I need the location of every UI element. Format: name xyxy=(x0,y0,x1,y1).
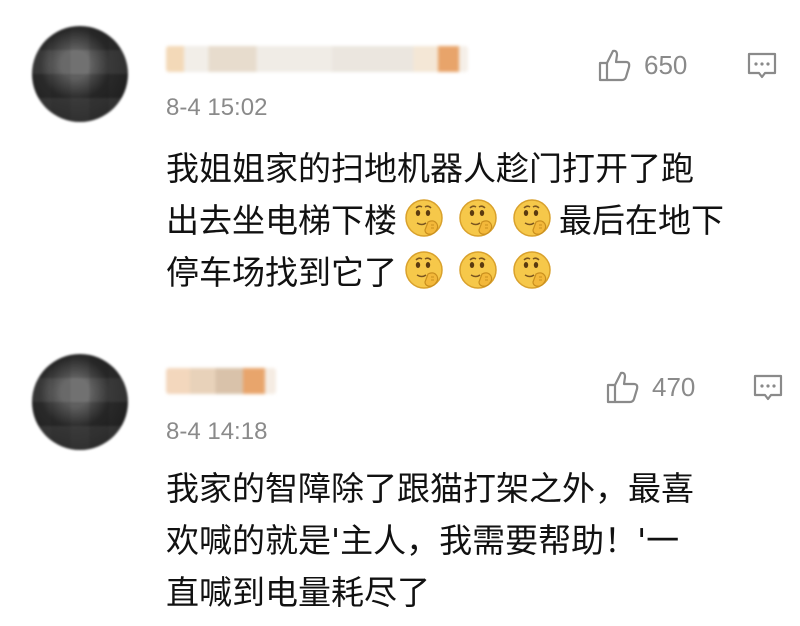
like-button[interactable]: 470 xyxy=(604,368,695,406)
thinking-face-emoji-icon xyxy=(459,251,497,289)
comment-text-line: 停车场找到它了 xyxy=(166,246,559,294)
thinking-face-emoji-icon xyxy=(513,199,551,237)
comment-text-segment: 停车场找到它了 xyxy=(166,253,397,292)
comment-text-segment: 最后在地下 xyxy=(559,201,724,240)
comment-item: 8-4 14:18 470 我家的智障除了跟猫打架之外，最喜 欢喊的就是'主人，… xyxy=(0,330,800,626)
like-count: 470 xyxy=(652,371,696,402)
comment-text-line: 我姐姐家的扫地机器人趁门打开了跑 xyxy=(166,149,694,188)
comment-text-line: 出去坐电梯下楼 最后在地下 xyxy=(166,194,724,242)
thinking-face-emoji-icon xyxy=(459,199,497,237)
comment-timestamp: 8-4 14:18 xyxy=(166,418,268,445)
avatar[interactable] xyxy=(32,26,128,122)
comment-text-segment: 出去坐电梯下楼 xyxy=(166,201,397,240)
comment-bubble-icon[interactable] xyxy=(746,50,778,82)
comment-text-line: 我家的智障除了跟猫打架之外，最喜 xyxy=(166,469,694,508)
thumbs-up-icon xyxy=(606,371,639,404)
username-blurred[interactable] xyxy=(166,46,468,72)
comment-text-line: 直喊到电量耗尽了 xyxy=(166,573,430,612)
comment-text-line: 欢喊的就是'主人，我需要帮助！'一 xyxy=(166,521,680,560)
thinking-face-emoji-icon xyxy=(513,251,551,289)
avatar[interactable] xyxy=(32,354,128,450)
like-button[interactable]: 650 xyxy=(596,46,687,84)
username-blurred[interactable] xyxy=(166,368,276,394)
thinking-face-emoji-icon xyxy=(405,199,443,237)
comment-item: 8-4 15:02 650 我姐姐家的扫地机器人趁门打开了跑 出去坐电梯下楼 最… xyxy=(0,0,800,330)
thumbs-up-icon xyxy=(598,49,631,82)
comment-bubble-icon[interactable] xyxy=(752,372,784,404)
comment-timestamp: 8-4 15:02 xyxy=(166,94,268,121)
like-count: 650 xyxy=(644,49,688,80)
thinking-face-emoji-icon xyxy=(405,251,443,289)
